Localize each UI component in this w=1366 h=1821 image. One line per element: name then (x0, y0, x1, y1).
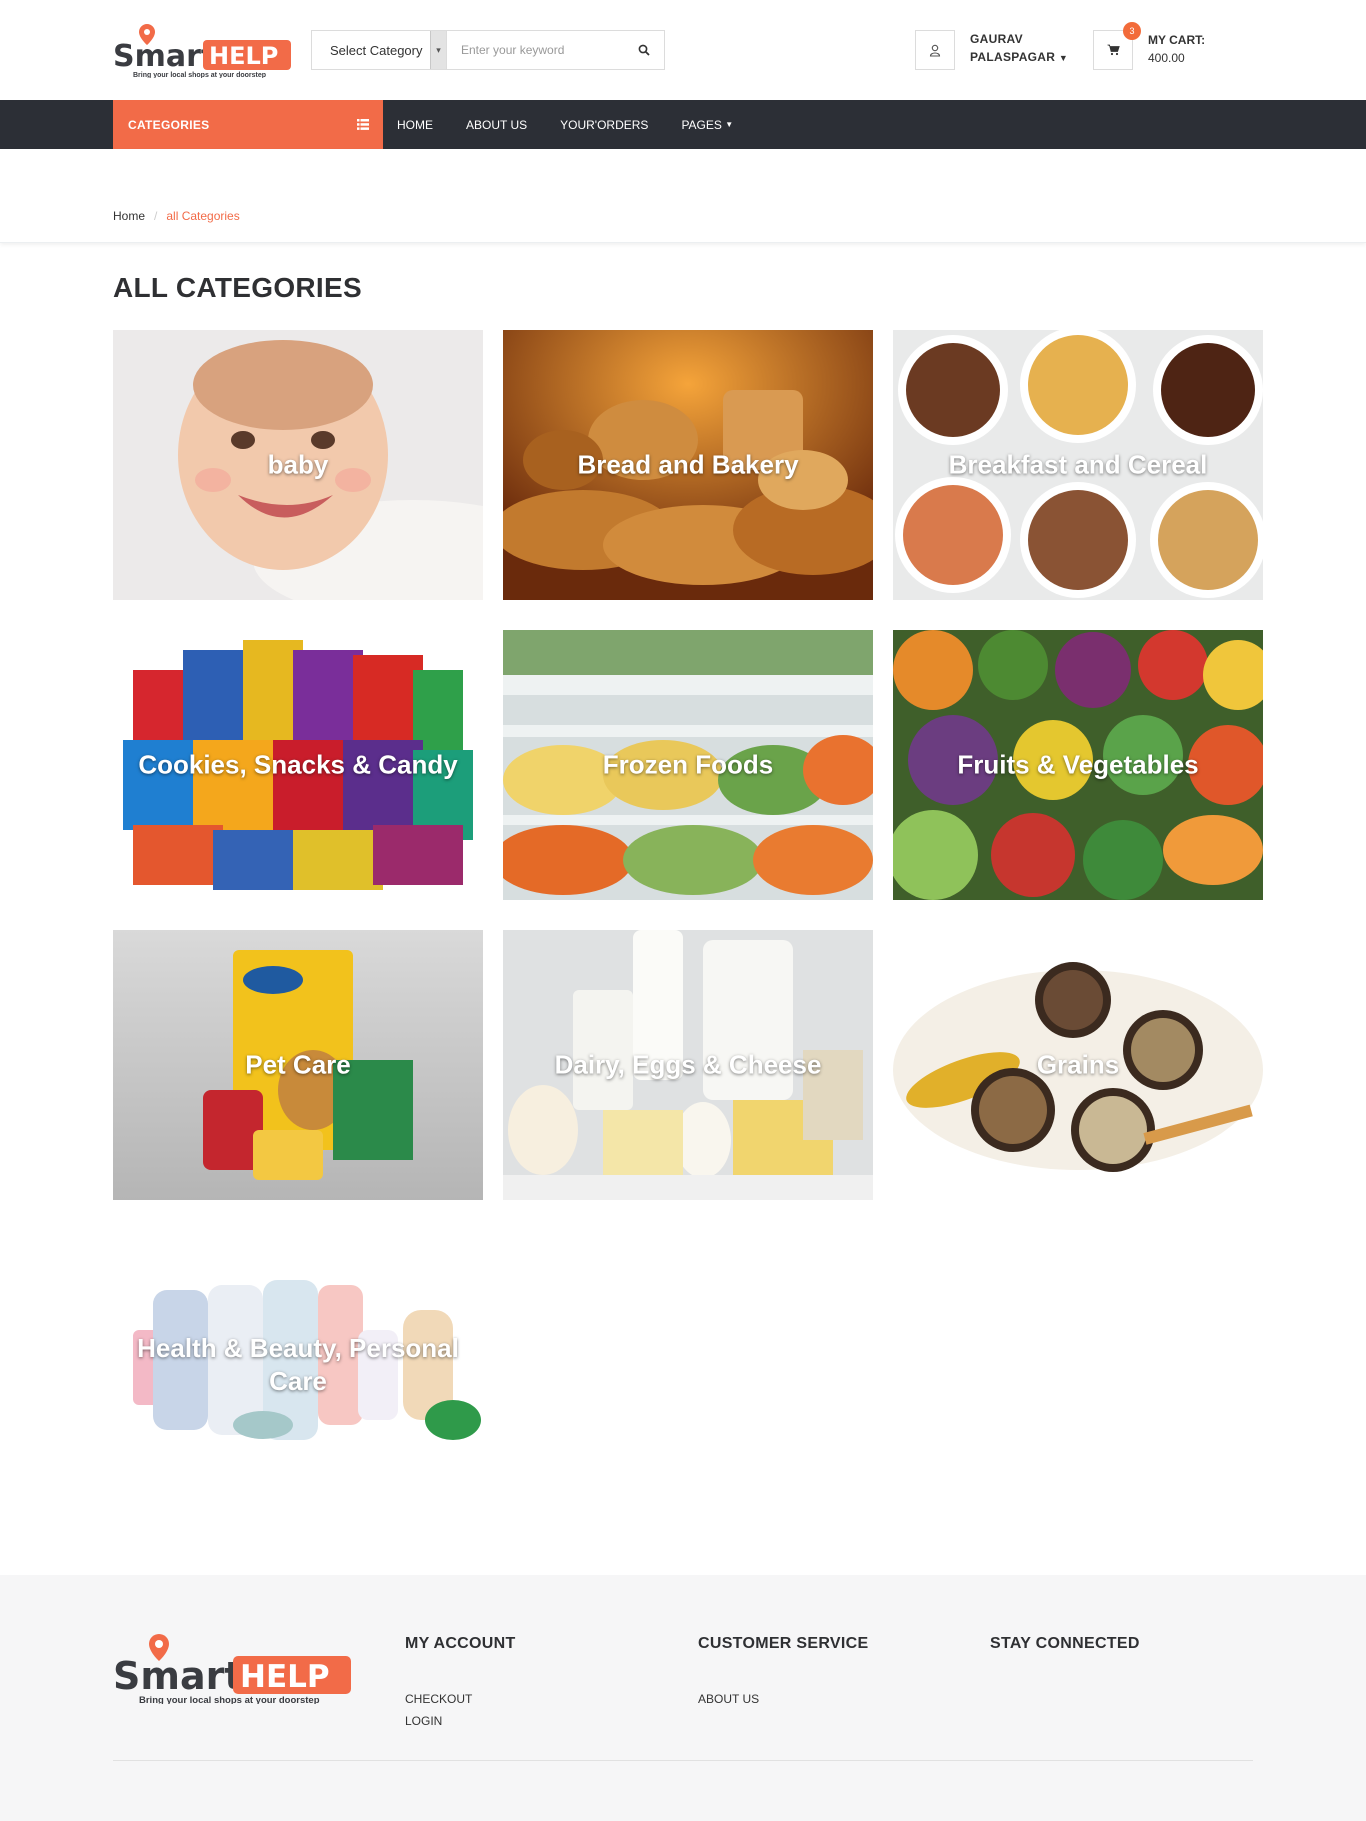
caret-down-icon: ▼ (725, 120, 734, 129)
footer-customer-service-list: ABOUT US (698, 1688, 759, 1710)
cart-amount: 400.00 (1148, 51, 1185, 65)
category-label: Grains (1036, 1049, 1120, 1080)
footer-my-account-list: CHECKOUT LOGIN (405, 1688, 472, 1732)
footer-stay-connected-title: STAY CONNECTED (990, 1635, 1140, 1652)
footer-my-account-title: MY ACCOUNT (405, 1635, 516, 1652)
nav-your-orders[interactable]: YOUR'ORDERS (560, 118, 648, 132)
search-placeholder: Enter your keyword (461, 43, 565, 57)
breadcrumb-home[interactable]: Home (113, 209, 145, 223)
breadcrumb-current: all Categories (166, 209, 240, 223)
breadcrumb: Home / all Categories (113, 209, 240, 223)
categories-label: CATEGORIES (128, 117, 210, 132)
category-label: Bread and Bakery (577, 449, 799, 480)
chevron-down-icon[interactable]: ▾ (430, 31, 446, 69)
nav-pages-label: PAGES (681, 117, 722, 132)
category-tile-bread-and-bakery[interactable]: Bread and Bakery (503, 330, 873, 600)
list-icon (357, 119, 369, 130)
search-icon (638, 44, 650, 56)
svg-text:Smart: Smart (113, 39, 215, 74)
footer-customer-service-title: CUSTOMER SERVICE (698, 1635, 869, 1652)
category-label: baby (267, 449, 329, 480)
cart-label: MY CART: (1148, 33, 1206, 47)
category-tile-grains[interactable]: Grains (893, 930, 1263, 1200)
search-bar: Select Category ▾ Enter your keyword (311, 30, 665, 70)
category-label: Frozen Foods (602, 749, 774, 780)
user-last-name: PALASPAGAR (970, 50, 1056, 64)
cart-summary[interactable]: MY CART: 400.00 (1148, 31, 1205, 67)
svg-text:HELP: HELP (209, 42, 278, 70)
breadcrumb-separator: / (154, 209, 158, 223)
category-select-label: Select Category (330, 42, 423, 58)
category-label: Cookies, Snacks & Candy (138, 749, 458, 780)
category-label: Health & Beauty, Personal Care (137, 1333, 459, 1396)
user-account-menu[interactable]: GAURAV PALASPAGAR ▼ (970, 30, 1068, 67)
category-tile-breakfast-and-cereal[interactable]: Breakfast and Cereal (893, 330, 1263, 600)
search-button[interactable] (624, 31, 664, 69)
main-navigation: CATEGORIES HOME ABOUT US YOUR'ORDERS PAG… (0, 100, 1366, 149)
cart-icon (1107, 44, 1120, 56)
nav-about-us[interactable]: ABOUT US (466, 118, 527, 132)
footer-link-about-us[interactable]: ABOUT US (698, 1688, 759, 1710)
footer-link-login[interactable]: LOGIN (405, 1710, 472, 1732)
category-tile-health-beauty-personal-care[interactable]: Health & Beauty, Personal Care (113, 1230, 483, 1500)
search-input[interactable]: Enter your keyword (446, 31, 624, 69)
caret-down-icon: ▼ (1058, 53, 1069, 63)
site-footer: Smart HELP Bring your local shops at you… (0, 1575, 1366, 1821)
category-tile-pet-care[interactable]: Pet Care (113, 930, 483, 1200)
user-icon (929, 44, 941, 57)
footer-logo[interactable]: Smart HELP Bring your local shops at you… (113, 1632, 353, 1706)
user-button[interactable] (915, 30, 955, 70)
category-label: Pet Care (245, 1049, 351, 1080)
cart-count-badge: 3 (1123, 22, 1141, 40)
user-first-name: GAURAV (970, 32, 1023, 46)
category-label: Breakfast and Cereal (948, 449, 1208, 480)
category-tile-cookies-snacks-candy[interactable]: Cookies, Snacks & Candy (113, 630, 483, 900)
category-tile-dairy-eggs-cheese[interactable]: Dairy, Eggs & Cheese (503, 930, 873, 1200)
category-tile-frozen-foods[interactable]: Frozen Foods (503, 630, 873, 900)
category-tile-fruits-and-vegetables[interactable]: Fruits & Vegetables (893, 630, 1263, 900)
svg-text:HELP: HELP (240, 1659, 330, 1695)
nav-links: HOME ABOUT US YOUR'ORDERS PAGES ▼ (397, 100, 766, 149)
brand-logo[interactable]: Smart HELP Bring your local shops at you… (113, 22, 293, 79)
site-header: Smart HELP Bring your local shops at you… (0, 0, 1366, 100)
category-label: Dairy, Eggs & Cheese (554, 1049, 822, 1080)
svg-text:Smart: Smart (113, 1654, 243, 1698)
footer-divider (113, 1760, 1253, 1761)
page-title: ALL CATEGORIES (113, 272, 362, 303)
svg-text:Bring your local shops at your: Bring your local shops at your doorstep (133, 72, 266, 78)
category-select[interactable]: Select Category ▾ (312, 31, 446, 69)
svg-text:Bring your local shops at your: Bring your local shops at your doorstep (139, 1695, 320, 1704)
breadcrumb-bar: Home / all Categories (0, 149, 1366, 243)
nav-home[interactable]: HOME (397, 118, 433, 132)
category-label: Fruits & Vegetables (957, 749, 1199, 780)
nav-pages[interactable]: PAGES ▼ (681, 118, 733, 132)
category-tile-baby[interactable]: baby (113, 330, 483, 600)
footer-link-checkout[interactable]: CHECKOUT (405, 1688, 472, 1710)
categories-menu-button[interactable]: CATEGORIES (113, 100, 383, 149)
